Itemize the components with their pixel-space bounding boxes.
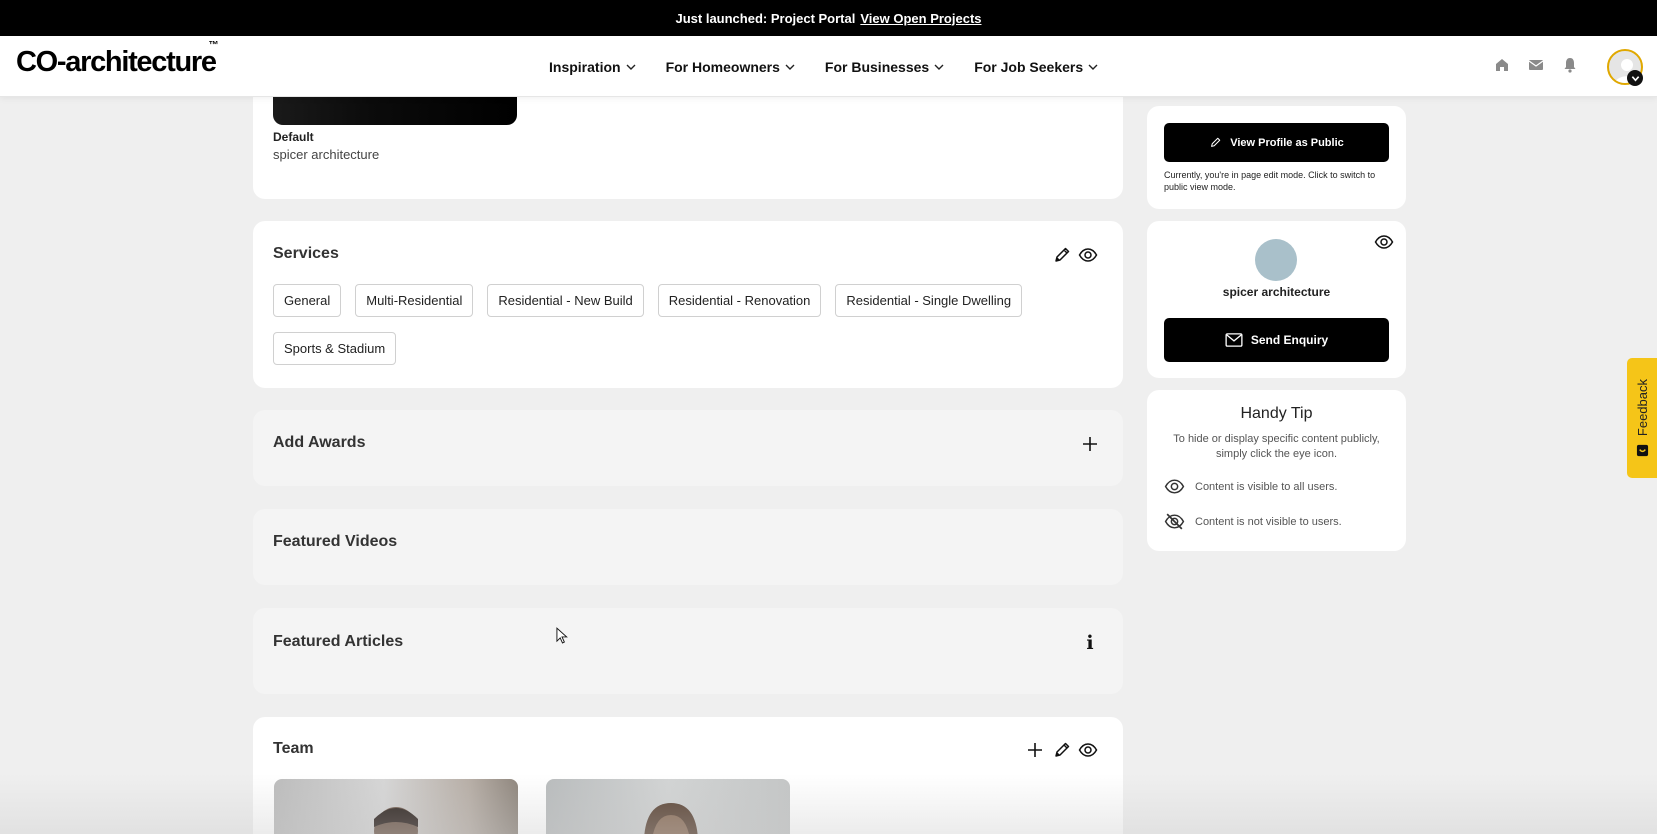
visible-legend: Content is visible to all users. — [1164, 476, 1337, 497]
edit-team-button[interactable] — [1051, 739, 1073, 761]
service-chip[interactable]: Multi-Residential — [355, 284, 474, 317]
home-icon[interactable] — [1493, 56, 1511, 74]
add-awards-button[interactable] — [1079, 433, 1101, 455]
view-mode-card: View Profile as Public Currently, you're… — [1147, 106, 1406, 209]
eye-icon — [1078, 248, 1098, 262]
pencil-icon — [1055, 742, 1070, 757]
person-silhouette-icon — [644, 803, 698, 834]
pencil-icon — [1211, 137, 1221, 147]
toggle-team-visibility[interactable] — [1077, 739, 1099, 761]
top-navigation: CO-architecture™ Inspiration For Homeown… — [0, 36, 1657, 97]
featured-articles-title: Featured Articles — [273, 633, 404, 650]
featured-videos-title: Featured Videos — [273, 533, 398, 550]
info-button[interactable]: i — [1079, 632, 1101, 654]
toggle-company-visibility[interactable] — [1373, 231, 1395, 253]
service-chip[interactable]: Residential - New Build — [487, 284, 644, 317]
announcement-bar: Just launched: Project Portal View Open … — [0, 0, 1657, 36]
services-list: General Multi-Residential Residential - … — [273, 284, 1093, 365]
hidden-legend: Content is not visible to users. — [1164, 511, 1342, 532]
view-open-projects-link[interactable]: View Open Projects — [860, 11, 981, 26]
mail-icon — [1225, 333, 1243, 347]
edit-services-button[interactable] — [1051, 244, 1073, 266]
feedback-label: Feedback — [1634, 378, 1650, 437]
site-logo[interactable]: CO-architecture™ — [16, 40, 219, 79]
default-label: Default — [273, 130, 314, 144]
team-member-photo[interactable] — [546, 779, 790, 834]
featured-articles-card: Featured Articles i — [253, 608, 1123, 694]
chevron-down-icon — [785, 64, 795, 70]
chevron-down-icon — [934, 64, 944, 70]
team-member-photo[interactable] — [274, 779, 518, 834]
menu-for-job-seekers[interactable]: For Job Seekers — [974, 59, 1098, 75]
view-profile-as-public-button[interactable]: View Profile as Public — [1164, 123, 1389, 162]
feedback-icon — [1636, 444, 1648, 457]
services-title: Services — [273, 245, 339, 262]
profile-card: Default spicer architecture — [253, 97, 1123, 199]
company-card: spicer architecture Send Enquiry — [1147, 221, 1406, 378]
awards-card: Add Awards — [253, 410, 1123, 486]
service-chip[interactable]: Sports & Stadium — [273, 332, 397, 365]
chevron-down-icon — [1088, 64, 1098, 70]
menu-for-homeowners[interactable]: For Homeowners — [666, 59, 795, 75]
services-card: Services General Multi-Residential Resid… — [253, 221, 1123, 388]
account-menu-toggle[interactable] — [1627, 70, 1643, 86]
handy-tip-body: To hide or display specific content publ… — [1173, 433, 1380, 460]
service-chip[interactable]: Residential - Single Dwelling — [835, 284, 1023, 317]
eye-icon — [1078, 743, 1098, 757]
add-team-member-button[interactable] — [1024, 739, 1046, 761]
team-title: Team — [273, 740, 314, 757]
eye-slash-icon — [1164, 513, 1185, 530]
feedback-tab[interactable]: Feedback — [1627, 358, 1657, 478]
announcement-text: Just launched: Project Portal — [675, 10, 856, 26]
chevron-down-icon — [626, 64, 636, 70]
default-value: spicer architecture — [273, 147, 380, 162]
toggle-services-visibility[interactable] — [1077, 244, 1099, 266]
company-logo — [1255, 239, 1297, 281]
featured-videos-card: Featured Videos — [253, 509, 1123, 585]
main-menu: Inspiration For Homeowners For Businesse… — [549, 36, 1128, 97]
service-chip[interactable]: Residential - Renovation — [657, 284, 822, 317]
team-card: Team — [253, 717, 1123, 834]
pencil-icon — [1055, 247, 1070, 262]
awards-title: Add Awards — [273, 434, 366, 451]
menu-for-businesses[interactable]: For Businesses — [825, 59, 944, 75]
mail-icon[interactable] — [1527, 56, 1545, 74]
info-icon: i — [1086, 632, 1094, 654]
eye-icon — [1164, 479, 1185, 494]
bell-icon[interactable] — [1561, 56, 1579, 74]
company-name: spicer architecture — [1222, 285, 1331, 299]
plus-icon — [1028, 743, 1042, 757]
mouse-cursor-icon — [556, 627, 568, 644]
person-silhouette-icon — [374, 807, 418, 834]
nav-icons — [1493, 56, 1579, 74]
handy-tip-card: Handy Tip To hide or display specific co… — [1147, 390, 1406, 551]
profile-banner-image — [273, 97, 517, 125]
chevron-down-icon — [1631, 75, 1639, 82]
eye-icon — [1374, 235, 1394, 249]
plus-icon — [1083, 437, 1097, 451]
menu-inspiration[interactable]: Inspiration — [549, 59, 636, 75]
service-chip[interactable]: General — [273, 284, 342, 317]
edit-mode-note: Currently, you're in page edit mode. Cli… — [1164, 170, 1376, 192]
handy-tip-title: Handy Tip — [1240, 405, 1313, 422]
send-enquiry-button[interactable]: Send Enquiry — [1164, 318, 1389, 362]
